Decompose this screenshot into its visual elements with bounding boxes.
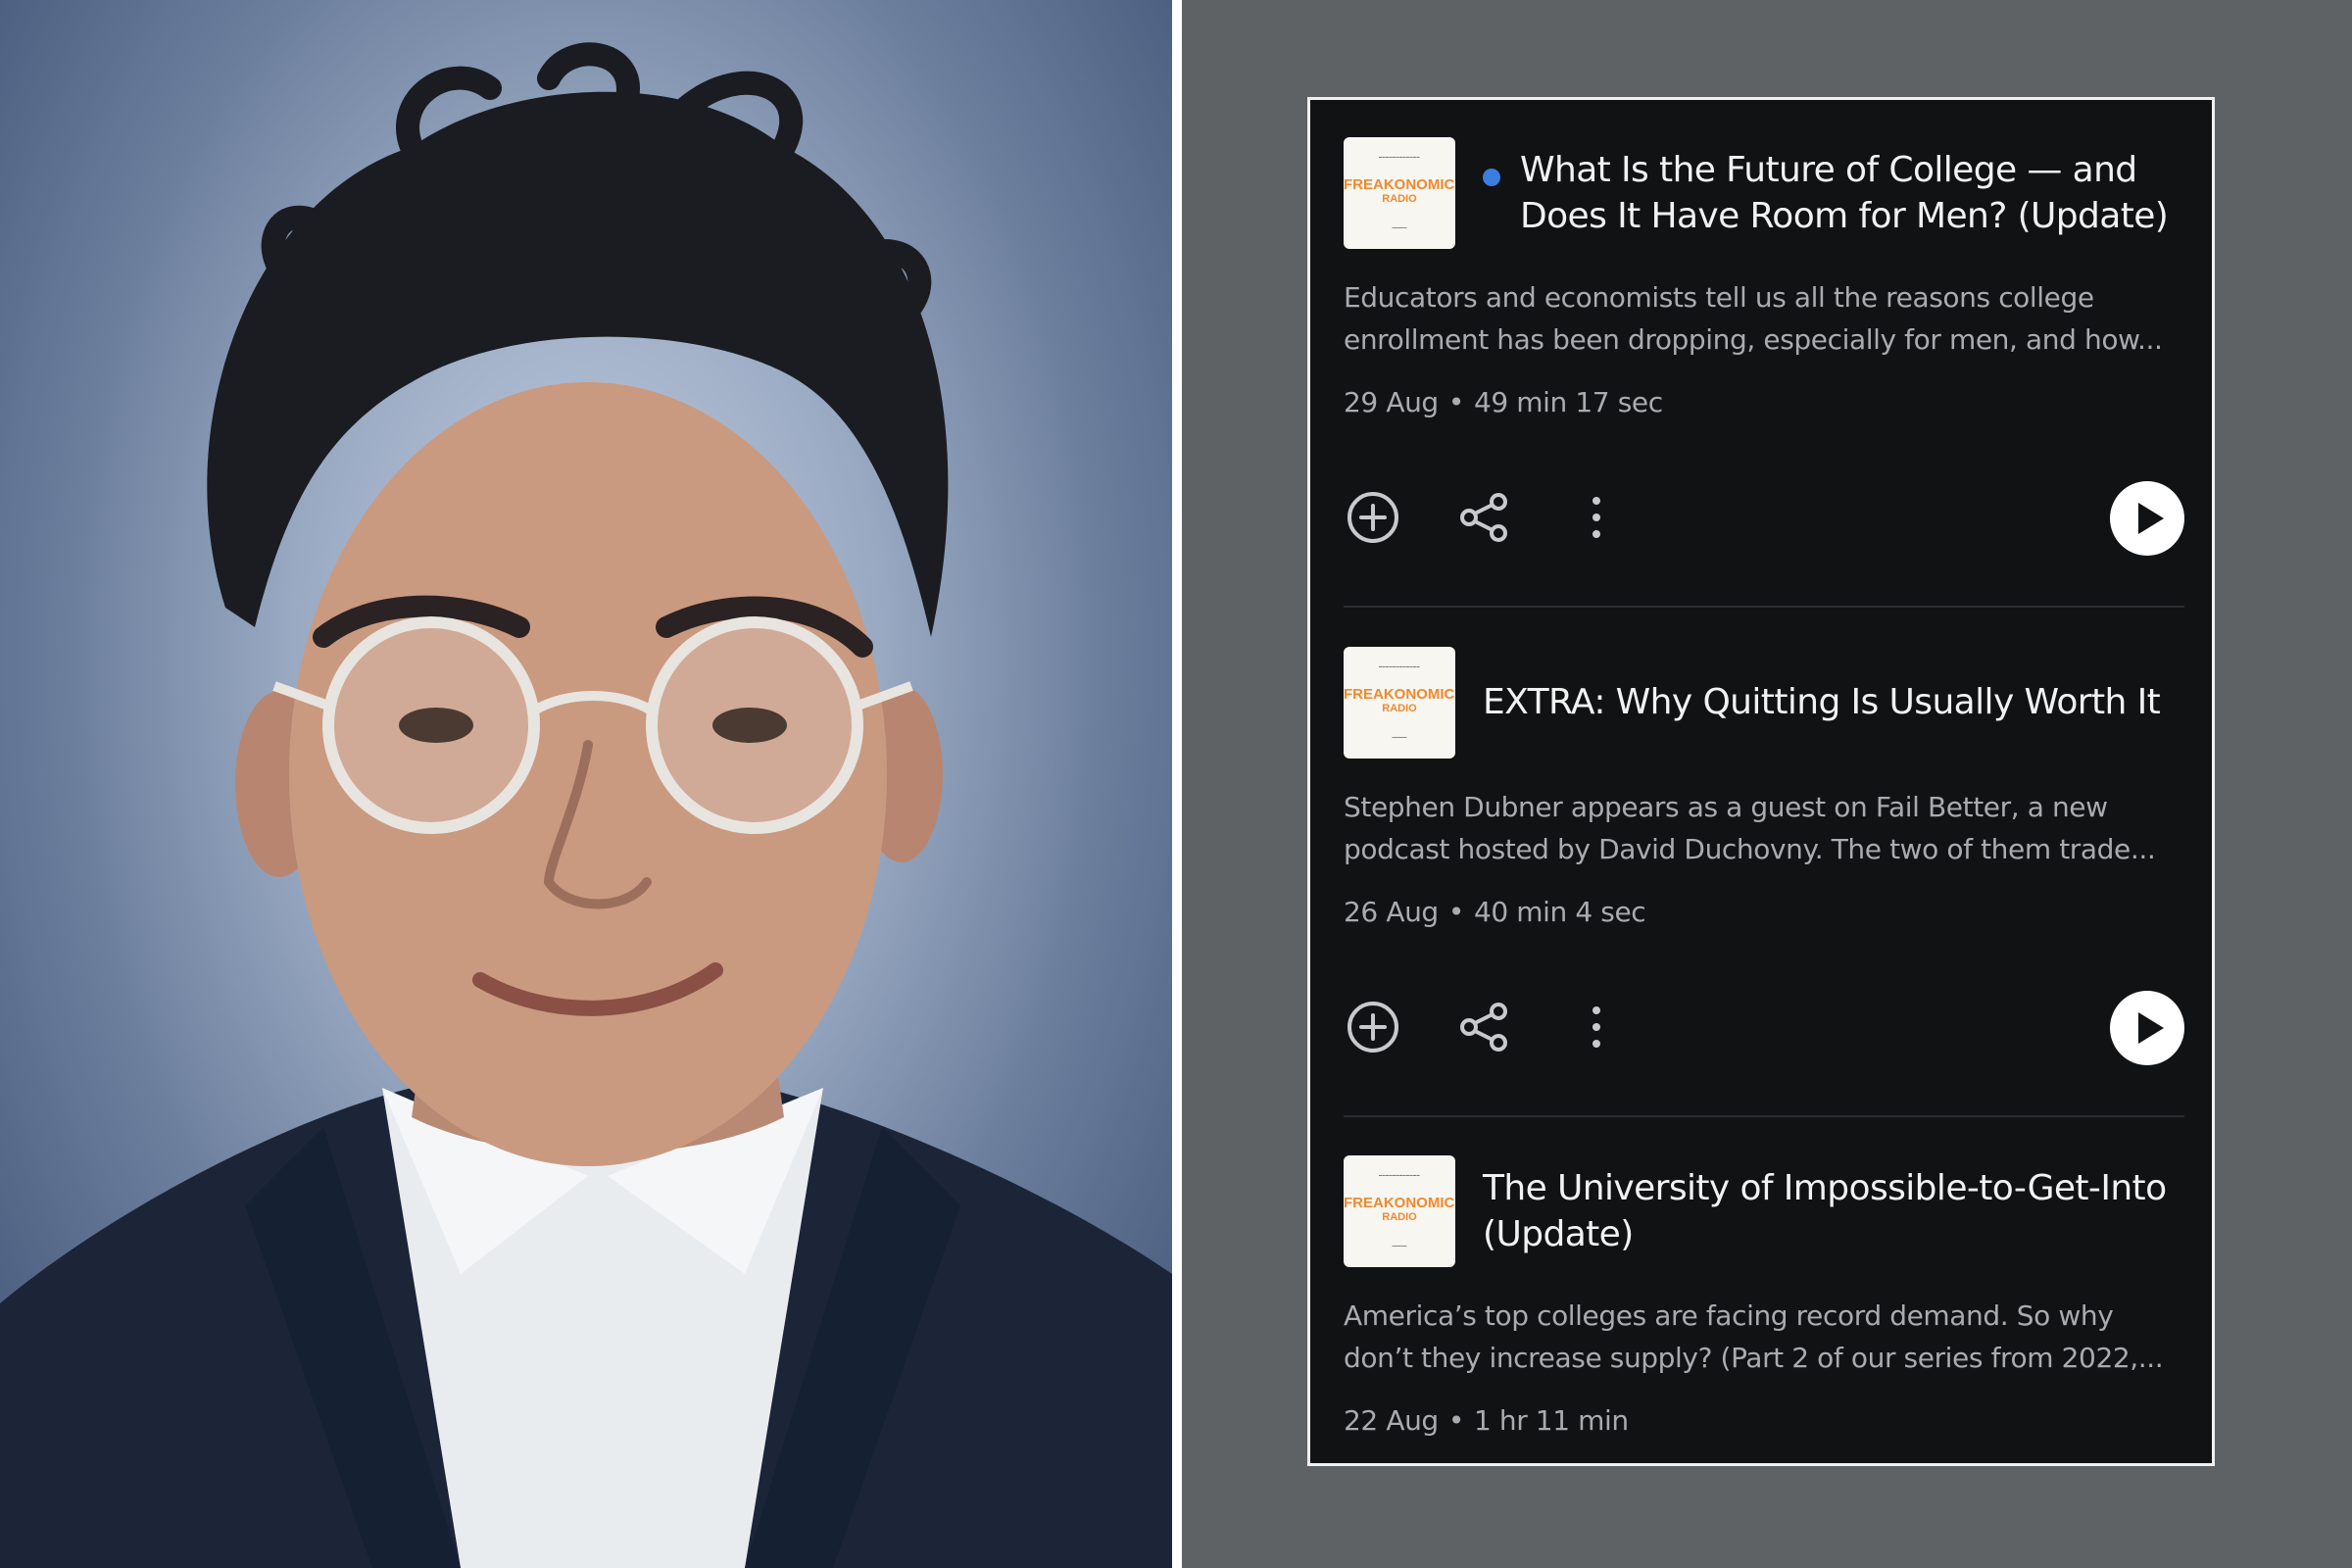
episode-duration: 49 min 17 sec: [1473, 386, 1663, 418]
episode-duration: 40 min 4 sec: [1473, 896, 1646, 928]
meta-separator: •: [1447, 896, 1465, 928]
artwork-header-text: ━━━━━━━━━━━━: [1378, 664, 1421, 670]
add-to-queue-icon[interactable]: [1344, 488, 1402, 547]
artwork-footer-text: ━━━━━: [1392, 225, 1407, 231]
podcast-artwork: ━━━━━━━━━━━━ FREAKONOMICS RADIO ━━━━━: [1344, 137, 1455, 249]
artwork-logo-line2: RADIO: [1382, 1211, 1417, 1223]
podcast-artwork: ━━━━━━━━━━━━ FREAKONOMICS RADIO ━━━━━: [1344, 1155, 1455, 1267]
episode-description[interactable]: Stephen Dubner appears as a guest on Fai…: [1344, 786, 2184, 870]
episode-title[interactable]: What Is the Future of College — and Does…: [1520, 147, 2186, 239]
portrait-photo: [0, 0, 1172, 1568]
episode-description-line: podcast hosted by David Duchovny. The tw…: [1344, 833, 2156, 865]
artwork-logo-line2: RADIO: [1382, 703, 1417, 714]
play-icon[interactable]: [2110, 991, 2184, 1065]
unread-indicator: [1483, 169, 1500, 186]
more-vert-icon[interactable]: [1567, 998, 1626, 1056]
episode-title[interactable]: EXTRA: Why Quitting Is Usually Worth It: [1483, 679, 2184, 725]
artwork-logo-line2: RADIO: [1382, 193, 1417, 205]
episode-title-line: What Is the Future of College — and: [1520, 150, 2137, 190]
episode-date: 29 Aug: [1344, 386, 1439, 418]
episode-title-line: (Update): [1483, 1214, 1634, 1254]
artwork-logo: FREAKONOMICS RADIO: [1344, 686, 1455, 715]
episode-description-line: America’s top colleges are facing record…: [1344, 1299, 2114, 1332]
episode-description[interactable]: America’s top colleges are facing record…: [1344, 1295, 2184, 1379]
add-to-queue-icon[interactable]: [1344, 998, 1402, 1056]
artwork-logo-line1: FREAKONOMICS: [1344, 1195, 1455, 1211]
episode-date: 26 Aug: [1344, 896, 1439, 928]
more-vert-icon[interactable]: [1567, 488, 1626, 547]
portrait-illustration: [0, 42, 1172, 1568]
episode-duration: 1 hr 11 min: [1473, 1404, 1629, 1437]
episode-meta: 29 Aug • 49 min 17 sec: [1344, 385, 1663, 420]
episode-title-line: Does It Have Room for Men? (Update): [1520, 196, 2169, 236]
play-icon[interactable]: [2110, 481, 2184, 556]
episode-list-card: ━━━━━━━━━━━━ FREAKONOMICS RADIO ━━━━━ Wh…: [1307, 97, 2215, 1466]
artwork-header-text: ━━━━━━━━━━━━: [1378, 1173, 1421, 1179]
episode-actions: [1344, 988, 2184, 1066]
artwork-logo-line1: FREAKONOMICS: [1344, 176, 1455, 193]
episode-description-line: don’t they increase supply? (Part 2 of o…: [1344, 1342, 2164, 1374]
episode-description-line: enrollment has been dropping, especially…: [1344, 323, 2163, 356]
artwork-footer-text: ━━━━━: [1392, 735, 1407, 741]
episode-title-line: EXTRA: Why Quitting Is Usually Worth It: [1483, 682, 2161, 722]
artwork-logo: FREAKONOMICS RADIO: [1344, 1195, 1455, 1224]
share-icon[interactable]: [1455, 488, 1514, 547]
episode-separator: [1344, 606, 2184, 608]
episode-separator: [1344, 1115, 2184, 1117]
artwork-logo-line1: FREAKONOMICS: [1344, 686, 1455, 703]
episode-date: 22 Aug: [1344, 1404, 1439, 1437]
episode-meta: 26 Aug • 40 min 4 sec: [1344, 895, 1646, 930]
artwork-logo: FREAKONOMICS RADIO: [1344, 176, 1455, 206]
artwork-footer-text: ━━━━━: [1392, 1244, 1407, 1250]
episode-actions: [1344, 478, 2184, 557]
episode-description-line: Educators and economists tell us all the…: [1344, 281, 2094, 314]
episode-description-line: Stephen Dubner appears as a guest on Fai…: [1344, 791, 2108, 823]
episode-description[interactable]: Educators and economists tell us all the…: [1344, 276, 2184, 361]
meta-separator: •: [1447, 386, 1465, 418]
podcast-artwork: ━━━━━━━━━━━━ FREAKONOMICS RADIO ━━━━━: [1344, 647, 1455, 759]
panel-divider: [1172, 0, 1182, 1568]
episode-title-line: The University of Impossible-to-Get-Into: [1483, 1168, 2167, 1208]
share-icon[interactable]: [1455, 998, 1514, 1056]
episode-title[interactable]: The University of Impossible-to-Get-Into…: [1483, 1165, 2184, 1257]
episode-meta: 22 Aug • 1 hr 11 min: [1344, 1403, 1629, 1439]
meta-separator: •: [1447, 1404, 1465, 1437]
artwork-header-text: ━━━━━━━━━━━━: [1378, 155, 1421, 161]
